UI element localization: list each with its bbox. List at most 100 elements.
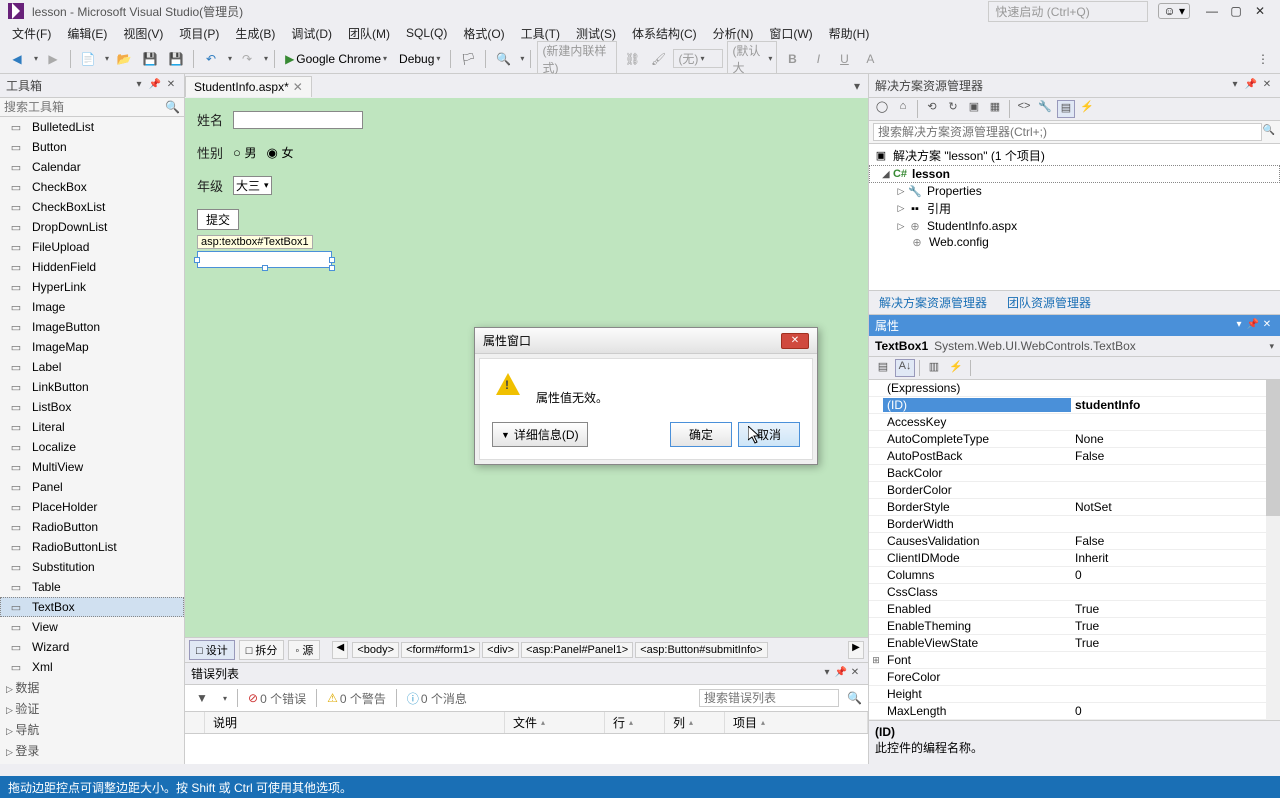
split-view-tab[interactable]: □ 拆分 bbox=[239, 640, 285, 660]
toolbox-item[interactable]: ▭FileUpload bbox=[0, 237, 184, 257]
menu-item[interactable]: 项目(P) bbox=[171, 23, 227, 44]
property-row[interactable]: (ID)studentInfo bbox=[869, 397, 1280, 414]
errorlist-search[interactable] bbox=[699, 689, 839, 707]
menu-item[interactable]: 体系结构(C) bbox=[624, 23, 705, 44]
wrench-icon[interactable]: 🔧 bbox=[1036, 100, 1054, 118]
warnings-filter[interactable]: ⚠0 个警告 bbox=[327, 690, 386, 707]
property-row[interactable]: BorderColor bbox=[869, 482, 1280, 499]
toolbox-group[interactable]: WebParts bbox=[0, 761, 184, 764]
cancel-button[interactable]: 取消 bbox=[738, 422, 800, 447]
back-button[interactable]: ◀ bbox=[6, 48, 28, 70]
forward-button[interactable]: ▶ bbox=[42, 48, 64, 70]
toolbox-group[interactable]: 登录 bbox=[0, 740, 184, 761]
property-row[interactable]: AutoCompleteTypeNone bbox=[869, 431, 1280, 448]
tab-list-dropdown[interactable]: ▾ bbox=[850, 79, 864, 93]
tree-node[interactable]: ⊕Web.config bbox=[869, 234, 1280, 250]
property-row[interactable]: (Expressions) bbox=[869, 380, 1280, 397]
toolbox-item[interactable]: ▭Image bbox=[0, 297, 184, 317]
filter-icon[interactable]: ▼ bbox=[191, 687, 213, 709]
color-icon[interactable]: A bbox=[859, 48, 881, 70]
toolbox-item[interactable]: ▭HyperLink bbox=[0, 277, 184, 297]
source-view-tab[interactable]: ◦ 源 bbox=[288, 640, 320, 660]
errors-filter[interactable]: ⊘0 个错误 bbox=[248, 690, 306, 707]
toolbox-group[interactable]: 数据 bbox=[0, 677, 184, 698]
property-row[interactable]: Height bbox=[869, 686, 1280, 703]
toolbox-item[interactable]: ▭View bbox=[0, 617, 184, 637]
props-icon[interactable]: ▥ bbox=[924, 359, 944, 377]
property-row[interactable]: ForeColor bbox=[869, 669, 1280, 686]
toolbox-group[interactable]: 导航 bbox=[0, 719, 184, 740]
property-row[interactable]: MaxLength0 bbox=[869, 703, 1280, 720]
search-icon[interactable]: 🔍 bbox=[1262, 125, 1276, 139]
open-button[interactable]: 📂 bbox=[113, 48, 135, 70]
toolbox-item[interactable]: ▭Calendar bbox=[0, 157, 184, 177]
toolbox-item[interactable]: ▭Panel bbox=[0, 477, 184, 497]
bold-icon[interactable]: B bbox=[781, 48, 803, 70]
menu-item[interactable]: 生成(B) bbox=[227, 23, 283, 44]
tab-solution-explorer[interactable]: 解决方案资源管理器 bbox=[869, 291, 997, 314]
breadcrumb-item[interactable]: <form#form1> bbox=[401, 642, 480, 658]
pin-icon[interactable]: 📌 bbox=[148, 79, 162, 93]
tree-node[interactable]: ▷▪▪引用 bbox=[869, 199, 1280, 218]
toolbox-group[interactable]: 验证 bbox=[0, 698, 184, 719]
properties-grid[interactable]: (Expressions)(ID)studentInfoAccessKeyAut… bbox=[869, 380, 1280, 720]
panel-close-icon[interactable]: ✕ bbox=[1260, 79, 1274, 93]
breadcrumb-item[interactable]: <asp:Panel#Panel1> bbox=[521, 642, 633, 658]
toolbox-item[interactable]: ▭ListBox bbox=[0, 397, 184, 417]
toolbox-item[interactable]: ▭Xml bbox=[0, 657, 184, 677]
toolbox-item[interactable]: ▭Substitution bbox=[0, 557, 184, 577]
male-radio[interactable]: ○ 男 bbox=[233, 144, 256, 161]
config-dropdown[interactable]: Debug▾ bbox=[395, 52, 444, 66]
code-icon[interactable]: <> bbox=[1015, 100, 1033, 118]
bolt-icon[interactable]: ⚡ bbox=[1078, 100, 1096, 118]
tab-team-explorer[interactable]: 团队资源管理器 bbox=[997, 291, 1101, 314]
panel-menu-icon[interactable]: ▾ bbox=[1228, 79, 1242, 93]
tree-node[interactable]: ▷🔧Properties bbox=[869, 183, 1280, 199]
saveall-button[interactable]: 💾 bbox=[165, 48, 187, 70]
menu-item[interactable]: 帮助(H) bbox=[821, 23, 878, 44]
toolbox-item[interactable]: ▭Table bbox=[0, 577, 184, 597]
menu-item[interactable]: SQL(Q) bbox=[398, 24, 455, 42]
toolbox-item[interactable]: ▭LinkButton bbox=[0, 377, 184, 397]
none-dropdown[interactable]: (无)▾ bbox=[673, 49, 723, 68]
name-textbox[interactable] bbox=[233, 111, 363, 129]
property-row[interactable]: EnableViewStateTrue bbox=[869, 635, 1280, 652]
size-dropdown[interactable]: (默认大▾ bbox=[727, 41, 777, 77]
property-row[interactable]: CssClass bbox=[869, 584, 1280, 601]
quick-launch-input[interactable]: 快速启动 (Ctrl+Q) bbox=[988, 1, 1148, 22]
toolbox-item[interactable]: ▭ImageMap bbox=[0, 337, 184, 357]
style-dropdown[interactable]: (新建内联样式) bbox=[537, 41, 617, 77]
property-row[interactable]: Columns0 bbox=[869, 567, 1280, 584]
toolbox-item[interactable]: ▭Label bbox=[0, 357, 184, 377]
tree-solution[interactable]: ▣解决方案 "lesson" (1 个项目) bbox=[869, 146, 1280, 165]
property-row[interactable]: AccessKey bbox=[869, 414, 1280, 431]
details-button[interactable]: ▼详细信息(D) bbox=[492, 422, 588, 447]
toolbox-search-input[interactable] bbox=[4, 100, 165, 114]
pin-icon[interactable]: 📌 bbox=[834, 667, 848, 681]
breadcrumb-item[interactable]: <div> bbox=[482, 642, 519, 658]
panel-menu-icon[interactable]: ▾ bbox=[132, 79, 146, 93]
paint-icon[interactable]: 🖌 bbox=[647, 48, 669, 70]
property-row[interactable]: EnableThemingTrue bbox=[869, 618, 1280, 635]
dialog-titlebar[interactable]: 属性窗口 ✕ bbox=[475, 328, 817, 354]
undo-button[interactable]: ↶ bbox=[200, 48, 222, 70]
toolbox-item[interactable]: ▭Button bbox=[0, 137, 184, 157]
toolbox-item[interactable]: ▭RadioButtonList bbox=[0, 537, 184, 557]
new-button[interactable]: 📄 bbox=[77, 48, 99, 70]
props-scrollbar[interactable] bbox=[1266, 380, 1280, 720]
toolbox-item[interactable]: ▭Literal bbox=[0, 417, 184, 437]
properties-object-selector[interactable]: TextBox1System.Web.UI.WebControls.TextBo… bbox=[869, 336, 1280, 357]
property-row[interactable]: CausesValidationFalse bbox=[869, 533, 1280, 550]
menu-item[interactable]: 编辑(E) bbox=[59, 23, 115, 44]
tree-project[interactable]: ◢C#lesson bbox=[869, 165, 1280, 183]
property-row[interactable]: BorderStyleNotSet bbox=[869, 499, 1280, 516]
panel-close-icon[interactable]: ✕ bbox=[164, 79, 178, 93]
showall-icon[interactable]: ▦ bbox=[986, 100, 1004, 118]
messages-filter[interactable]: ⓘ0 个消息 bbox=[407, 690, 467, 707]
collapse-icon[interactable]: ▣ bbox=[965, 100, 983, 118]
toolbox-item[interactable]: ▭ImageButton bbox=[0, 317, 184, 337]
tool-icon[interactable]: 🏳 bbox=[457, 48, 479, 70]
panel-close-icon[interactable]: ✕ bbox=[848, 667, 862, 681]
solution-tree[interactable]: ▣解决方案 "lesson" (1 个项目) ◢C#lesson ▷🔧Prope… bbox=[869, 144, 1280, 290]
home-icon[interactable]: ⌂ bbox=[894, 100, 912, 118]
